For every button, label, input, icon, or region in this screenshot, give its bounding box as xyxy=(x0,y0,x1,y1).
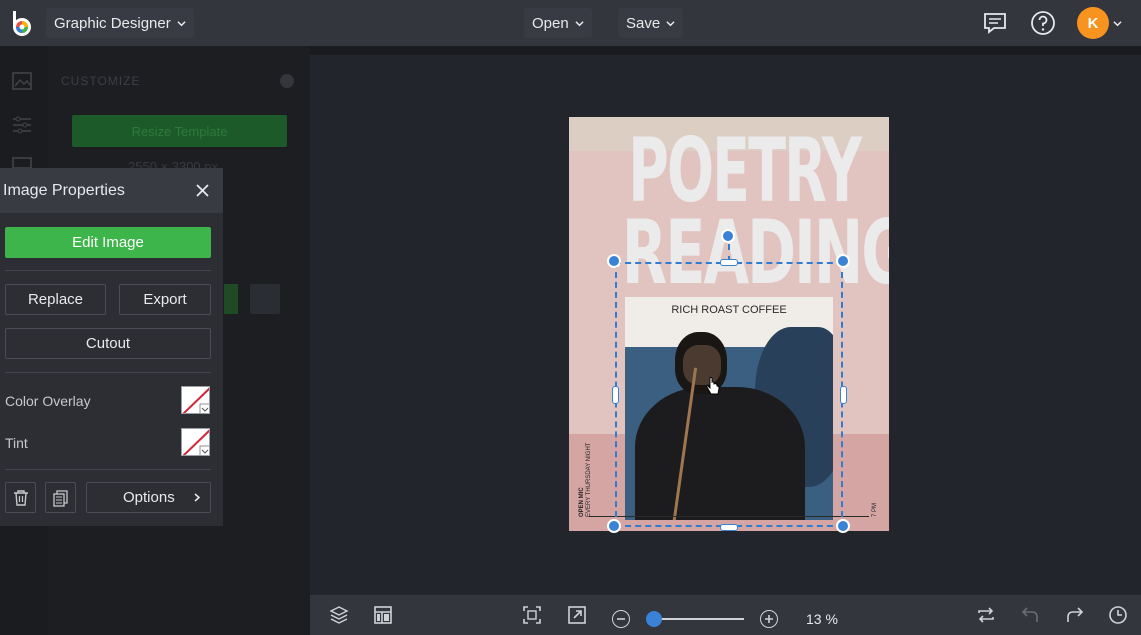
expand-icon[interactable] xyxy=(567,605,587,625)
avatar-initial: K xyxy=(1087,14,1099,32)
replace-button[interactable]: Replace xyxy=(5,284,106,315)
help-icon[interactable] xyxy=(1030,10,1056,36)
resize-handle-bottom-left[interactable] xyxy=(607,519,621,533)
export-button[interactable]: Export xyxy=(119,284,211,315)
zoom-percentage[interactable]: 13 % xyxy=(806,611,838,627)
options-button[interactable]: Options xyxy=(86,482,211,513)
open-button[interactable]: Open xyxy=(524,8,592,38)
poster-rule xyxy=(589,516,869,517)
help-icon[interactable] xyxy=(280,74,294,88)
fit-to-screen-icon[interactable] xyxy=(522,605,542,625)
poster-photo[interactable] xyxy=(625,297,833,520)
avatar[interactable]: K xyxy=(1077,7,1109,39)
history-icon[interactable] xyxy=(1108,605,1128,625)
duplicate-icon xyxy=(52,489,68,507)
chevron-down-icon xyxy=(666,20,675,26)
save-button[interactable]: Save xyxy=(618,8,684,38)
app-selector-label: Graphic Designer xyxy=(54,14,171,32)
swap-icon[interactable] xyxy=(976,605,996,625)
resize-handle-top-left[interactable] xyxy=(607,254,621,268)
cutout-button[interactable]: Cutout xyxy=(5,328,211,359)
divider xyxy=(5,372,211,373)
close-icon[interactable] xyxy=(195,183,210,198)
chevron-down-icon xyxy=(177,20,186,26)
color-overlay-label: Color Overlay xyxy=(5,393,91,409)
background-swatch[interactable] xyxy=(224,284,238,314)
background-swatch[interactable] xyxy=(250,284,280,314)
app-logo-icon[interactable] xyxy=(8,9,36,37)
resize-handle-right[interactable] xyxy=(840,386,847,404)
color-overlay-swatch[interactable] xyxy=(181,386,210,414)
trash-icon xyxy=(13,489,28,506)
plus-icon xyxy=(765,615,773,623)
image-properties-header: Image Properties xyxy=(0,168,223,213)
top-bar: Graphic Designer Open Save K xyxy=(0,0,1141,46)
undo-icon[interactable] xyxy=(1021,605,1041,625)
resize-template-button[interactable]: Resize Template xyxy=(72,115,287,147)
poster-side-text[interactable]: EVERY THURSDAY NIGHT xyxy=(586,443,592,517)
feedback-icon[interactable] xyxy=(982,10,1008,36)
image-icon[interactable] xyxy=(11,70,33,92)
resize-handle-top-right[interactable] xyxy=(836,254,850,268)
chevron-right-icon xyxy=(194,493,201,502)
minus-icon xyxy=(617,618,625,620)
layers-icon[interactable] xyxy=(329,605,349,625)
poster-canvas[interactable]: POETRY READING RICH ROAST COFFEE OPEN MI… xyxy=(569,117,889,531)
hand-cursor-icon xyxy=(706,377,720,395)
rotate-handle[interactable] xyxy=(721,229,735,243)
no-color-icon xyxy=(182,429,209,455)
chevron-down-icon xyxy=(575,20,584,26)
tint-swatch[interactable] xyxy=(181,428,210,456)
resize-handle-bottom-right[interactable] xyxy=(836,519,850,533)
zoom-slider-handle[interactable] xyxy=(646,611,662,627)
poster-side-text[interactable]: OPEN MIC xyxy=(579,487,585,517)
image-properties-title: Image Properties xyxy=(3,182,125,199)
divider xyxy=(5,270,211,271)
tint-label: Tint xyxy=(5,435,28,451)
photo-person-body xyxy=(635,387,805,520)
resize-handle-bottom[interactable] xyxy=(720,524,738,531)
options-label: Options xyxy=(123,489,175,506)
open-button-label: Open xyxy=(532,14,569,32)
bottom-toolbar xyxy=(310,595,1141,635)
delete-button[interactable] xyxy=(5,482,36,513)
poster-side-text[interactable]: 7 PM xyxy=(872,503,878,517)
divider xyxy=(5,469,211,470)
save-button-label: Save xyxy=(626,14,661,32)
zoom-out-button[interactable] xyxy=(612,610,630,628)
zoom-slider-track[interactable] xyxy=(651,618,744,620)
sliders-icon[interactable] xyxy=(11,114,33,136)
no-color-icon xyxy=(182,387,209,413)
resize-handle-top[interactable] xyxy=(720,259,738,266)
chevron-down-icon[interactable] xyxy=(1113,19,1122,28)
app-selector[interactable]: Graphic Designer xyxy=(46,8,194,38)
poster-subtitle[interactable]: RICH ROAST COFFEE xyxy=(625,304,833,316)
duplicate-button[interactable] xyxy=(45,482,76,513)
edit-image-button[interactable]: Edit Image xyxy=(5,227,211,258)
customize-title: CUSTOMIZE xyxy=(61,74,141,88)
redo-icon[interactable] xyxy=(1064,605,1084,625)
zoom-in-button[interactable] xyxy=(760,610,778,628)
layout-icon[interactable] xyxy=(373,605,393,625)
resize-handle-left[interactable] xyxy=(612,386,619,404)
image-properties-panel: Image Properties Edit Image Replace Expo… xyxy=(0,168,223,526)
